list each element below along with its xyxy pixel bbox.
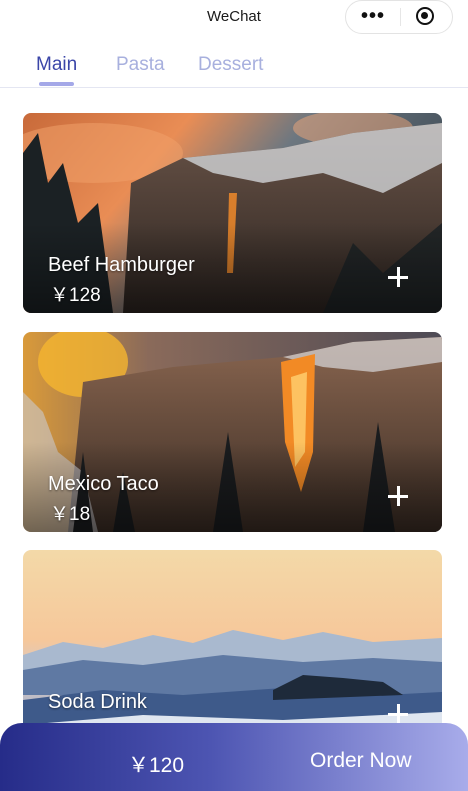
more-dots-icon[interactable]: ••• bbox=[361, 6, 385, 26]
capsule-divider bbox=[400, 8, 401, 26]
product-name: Mexico Taco bbox=[48, 473, 159, 495]
snowy-mountain-image bbox=[23, 550, 442, 750]
tab-main[interactable]: Main bbox=[36, 54, 77, 76]
tab-dessert[interactable]: Dessert bbox=[198, 54, 263, 76]
product-name: Soda Drink bbox=[48, 691, 147, 713]
product-name: Beef Hamburger bbox=[48, 254, 195, 276]
add-plus-icon[interactable] bbox=[387, 266, 409, 288]
add-plus-icon[interactable] bbox=[387, 485, 409, 507]
product-card-soda-drink[interactable]: Soda Drink bbox=[23, 550, 442, 750]
active-tab-indicator bbox=[39, 82, 74, 86]
order-total: ￥120 bbox=[128, 754, 185, 777]
category-tabs: Main Pasta Dessert bbox=[0, 44, 468, 88]
product-card-mexico-taco[interactable]: Mexico Taco ￥18 bbox=[23, 332, 442, 532]
product-card-beef-hamburger[interactable]: Beef Hamburger ￥128 bbox=[23, 113, 442, 313]
order-now-button[interactable]: Order Now bbox=[310, 749, 412, 773]
product-price: ￥18 bbox=[50, 504, 91, 525]
add-plus-icon[interactable] bbox=[387, 703, 409, 725]
target-circle-icon[interactable] bbox=[416, 7, 434, 25]
wechat-title-bar: WeChat ••• bbox=[0, 0, 468, 44]
tab-pasta[interactable]: Pasta bbox=[116, 54, 165, 76]
product-price: ￥128 bbox=[50, 285, 101, 306]
capsule-menu[interactable]: ••• bbox=[345, 0, 453, 34]
order-bar: ￥120 Order Now bbox=[0, 723, 468, 791]
